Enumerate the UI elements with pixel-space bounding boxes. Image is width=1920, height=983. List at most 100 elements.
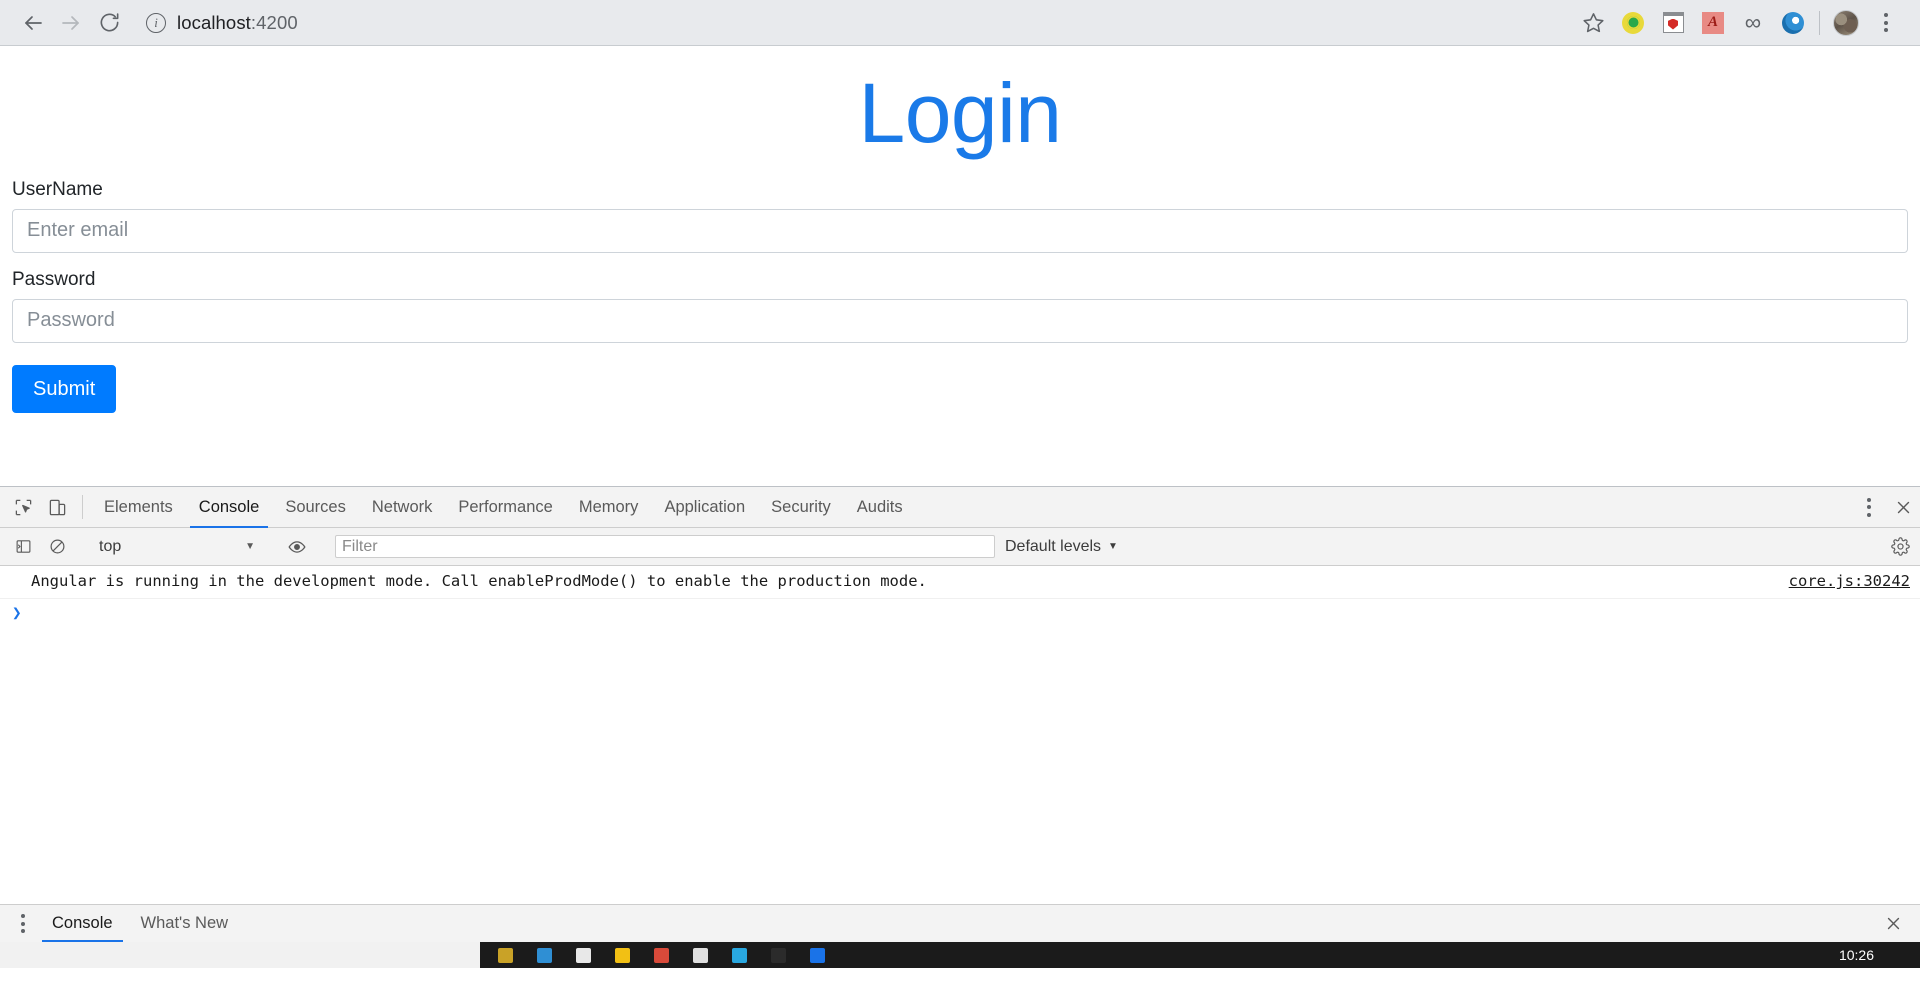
drawer-actions — [1876, 905, 1920, 942]
taskbar-app-icon[interactable] — [654, 947, 669, 963]
devtools-close-button[interactable] — [1886, 499, 1920, 516]
console-settings-button[interactable] — [1891, 537, 1910, 556]
extension-acrobat-icon: A — [1702, 11, 1724, 34]
tab-application[interactable]: Application — [651, 487, 758, 527]
console-levels-select[interactable]: Default levels ▼ — [995, 538, 1128, 556]
page-title: Login — [858, 66, 1062, 160]
reload-button[interactable] — [90, 4, 128, 42]
extension-shield-icon — [1662, 12, 1684, 33]
drawer-tab-console[interactable]: Console — [38, 905, 127, 942]
chrome-menu-button[interactable] — [1866, 3, 1906, 43]
drawer-tab-whats-new[interactable]: What's New — [127, 905, 243, 942]
chevron-down-icon: ▼ — [245, 541, 255, 552]
console-context-value: top — [99, 537, 122, 555]
taskbar-app-icon[interactable] — [576, 947, 591, 963]
username-label: UserName — [12, 179, 103, 201]
back-button[interactable] — [14, 4, 52, 42]
extension-acrobat-button[interactable]: A — [1693, 3, 1733, 43]
taskbar-search-area[interactable] — [0, 942, 480, 968]
taskbar-app-icons — [480, 947, 825, 963]
taskbar-app-icon[interactable] — [693, 947, 708, 963]
chrome-menu-icon — [1884, 13, 1888, 32]
devtools-drawer-tabbar: Console What's New — [0, 904, 1920, 942]
url-text: localhost:4200 — [177, 12, 298, 34]
drawer-menu-icon — [21, 914, 25, 933]
live-expression-eye-icon — [288, 540, 306, 553]
taskbar-app-icon[interactable] — [537, 947, 552, 963]
tab-sources[interactable]: Sources — [272, 487, 359, 527]
devtools-tabbar: Elements Console Sources Network Perform… — [0, 487, 1920, 528]
console-message-source-link[interactable]: core.js:30242 — [1769, 571, 1910, 592]
page-content: Login UserName Password Submit — [0, 46, 1920, 486]
extension-green-plus-button[interactable] — [1613, 3, 1653, 43]
inspect-element-button[interactable] — [6, 487, 40, 527]
reload-icon — [100, 13, 118, 32]
forward-button[interactable] — [52, 4, 90, 42]
extension-infinity-icon: ∞ — [1744, 9, 1762, 35]
taskbar-app-icon[interactable] — [498, 947, 513, 963]
tab-elements[interactable]: Elements — [91, 487, 186, 527]
console-message-text: Angular is running in the development mo… — [31, 572, 927, 590]
profile-button[interactable] — [1826, 3, 1866, 43]
extension-blue-swirl-icon — [1782, 11, 1804, 34]
windows-taskbar: 10:26 — [0, 942, 1920, 968]
password-label: Password — [12, 268, 96, 290]
devtools-more-icon — [1867, 497, 1871, 517]
username-input[interactable] — [12, 208, 1908, 253]
password-form-group: Password — [12, 269, 1908, 343]
forward-arrow-icon — [62, 15, 79, 30]
console-filter-input[interactable] — [335, 535, 995, 558]
console-toolbar: top ▼ Default levels ▼ — [0, 528, 1920, 566]
chevron-down-icon: ▼ — [1108, 541, 1118, 552]
extension-infinity-button[interactable]: ∞ — [1733, 3, 1773, 43]
inspect-element-icon — [15, 499, 31, 515]
settings-gear-icon — [1891, 537, 1910, 556]
tab-network[interactable]: Network — [359, 487, 446, 527]
password-input[interactable] — [12, 298, 1908, 343]
clear-console-icon — [50, 539, 64, 554]
tab-console[interactable]: Console — [186, 487, 273, 528]
toolbar-icons: A ∞ — [1573, 3, 1906, 43]
extension-green-plus-icon — [1622, 11, 1644, 34]
devtools-close-icon — [1897, 501, 1909, 513]
prompt-chevron-icon: ❯ — [12, 602, 22, 622]
drawer-close-icon — [1887, 917, 1899, 930]
device-toolbar-button[interactable] — [40, 487, 74, 527]
console-context-select[interactable]: top ▼ — [91, 535, 263, 559]
console-message[interactable]: Angular is running in the development mo… — [0, 566, 1920, 599]
url-port: :4200 — [250, 11, 298, 33]
bookmark-button[interactable] — [1573, 3, 1613, 43]
tab-performance[interactable]: Performance — [445, 487, 565, 527]
taskbar-app-icon[interactable] — [615, 947, 630, 963]
drawer-close-button[interactable] — [1876, 915, 1910, 932]
devtools-panel: Elements Console Sources Network Perform… — [0, 486, 1920, 942]
url-host: localhost — [177, 11, 251, 33]
taskbar-app-icon[interactable] — [732, 947, 747, 963]
submit-button[interactable]: Submit — [12, 364, 117, 413]
drawer-menu-button[interactable] — [8, 905, 38, 942]
console-levels-value: Default levels — [1005, 537, 1102, 555]
tab-security[interactable]: Security — [758, 487, 844, 527]
taskbar-clock[interactable]: 10:26 — [1839, 947, 1874, 963]
info-circle-icon[interactable]: i — [146, 12, 166, 33]
console-sidebar-button[interactable] — [6, 538, 40, 555]
extension-blue-swirl-button[interactable] — [1773, 3, 1813, 43]
toolbar-divider — [1819, 10, 1820, 35]
browser-toolbar: i localhost:4200 A ∞ — [0, 0, 1920, 46]
extension-shield-button[interactable] — [1653, 3, 1693, 43]
address-bar[interactable]: i localhost:4200 — [138, 7, 1567, 39]
devtools-more-button[interactable] — [1852, 497, 1886, 517]
back-arrow-icon — [25, 15, 42, 30]
star-icon — [1582, 13, 1604, 33]
clear-console-button[interactable] — [40, 538, 74, 555]
taskbar-app-icon[interactable] — [810, 947, 825, 963]
username-form-group: UserName — [12, 179, 1908, 253]
console-output: Angular is running in the development mo… — [0, 566, 1920, 904]
taskbar-app-icon[interactable] — [771, 947, 786, 963]
tab-audits[interactable]: Audits — [844, 487, 916, 527]
live-expression-button[interactable] — [280, 538, 314, 556]
console-input-prompt[interactable]: ❯ — [0, 599, 1920, 626]
device-toolbar-icon — [49, 499, 65, 515]
tab-memory[interactable]: Memory — [566, 487, 652, 527]
profile-avatar — [1833, 9, 1859, 36]
